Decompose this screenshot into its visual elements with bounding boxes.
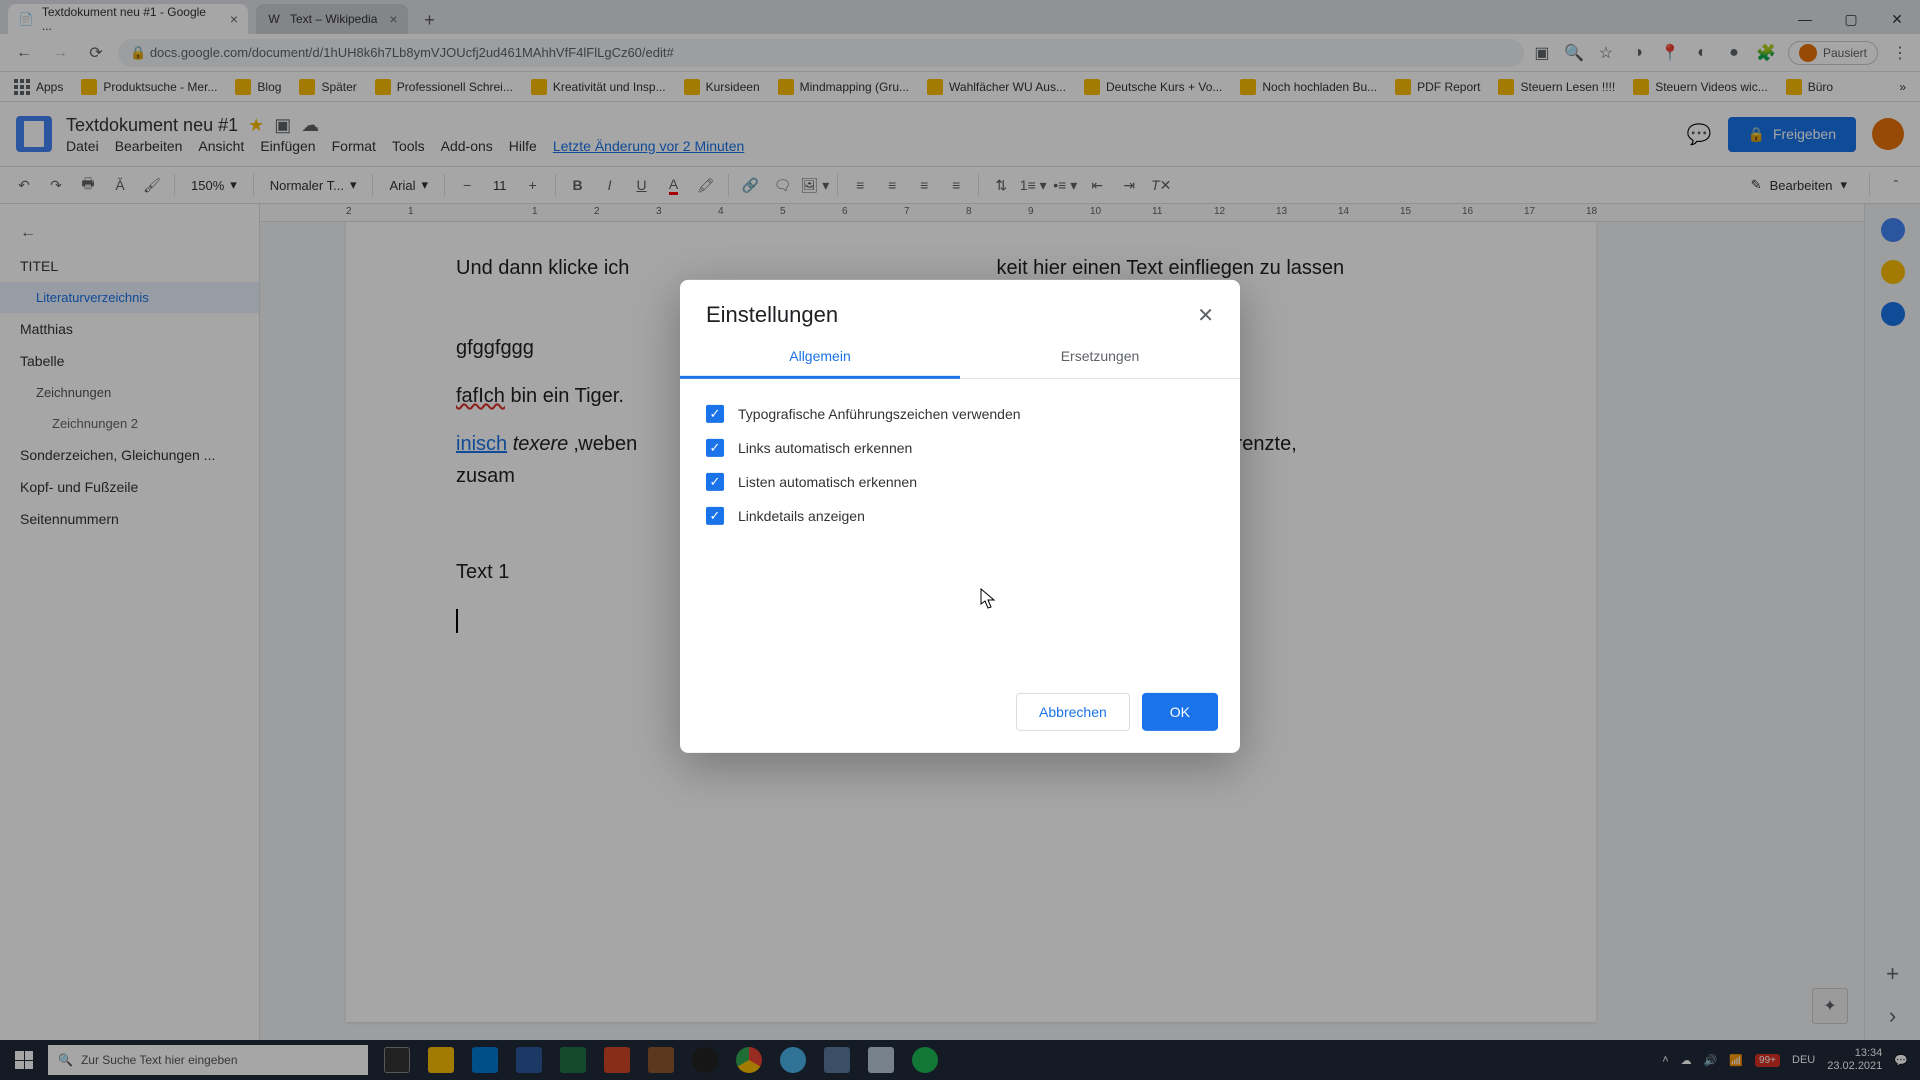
option-row[interactable]: ✓ Links automatisch erkennen (706, 431, 1214, 465)
checkbox-checked-icon[interactable]: ✓ (706, 473, 724, 491)
option-row[interactable]: ✓ Listen automatisch erkennen (706, 465, 1214, 499)
dialog-title: Einstellungen (706, 302, 838, 328)
dialog-close-button[interactable]: ✕ (1197, 302, 1214, 327)
checkbox-checked-icon[interactable]: ✓ (706, 507, 724, 525)
option-label: Listen automatisch erkennen (738, 474, 917, 490)
mouse-cursor-icon (980, 588, 996, 610)
checkbox-checked-icon[interactable]: ✓ (706, 405, 724, 423)
option-label: Links automatisch erkennen (738, 440, 912, 456)
checkbox-checked-icon[interactable]: ✓ (706, 439, 724, 457)
option-row[interactable]: ✓ Linkdetails anzeigen (706, 499, 1214, 533)
ok-button[interactable]: OK (1142, 693, 1218, 731)
option-row[interactable]: ✓ Typografische Anführungszeichen verwen… (706, 397, 1214, 431)
tab-substitutions[interactable]: Ersetzungen (960, 336, 1240, 378)
option-label: Linkdetails anzeigen (738, 508, 865, 524)
tab-general[interactable]: Allgemein (680, 336, 960, 379)
settings-dialog: Einstellungen ✕ Allgemein Ersetzungen ✓ … (680, 280, 1240, 753)
option-label: Typografische Anführungszeichen verwende… (738, 406, 1021, 422)
cancel-button[interactable]: Abbrechen (1016, 693, 1130, 731)
